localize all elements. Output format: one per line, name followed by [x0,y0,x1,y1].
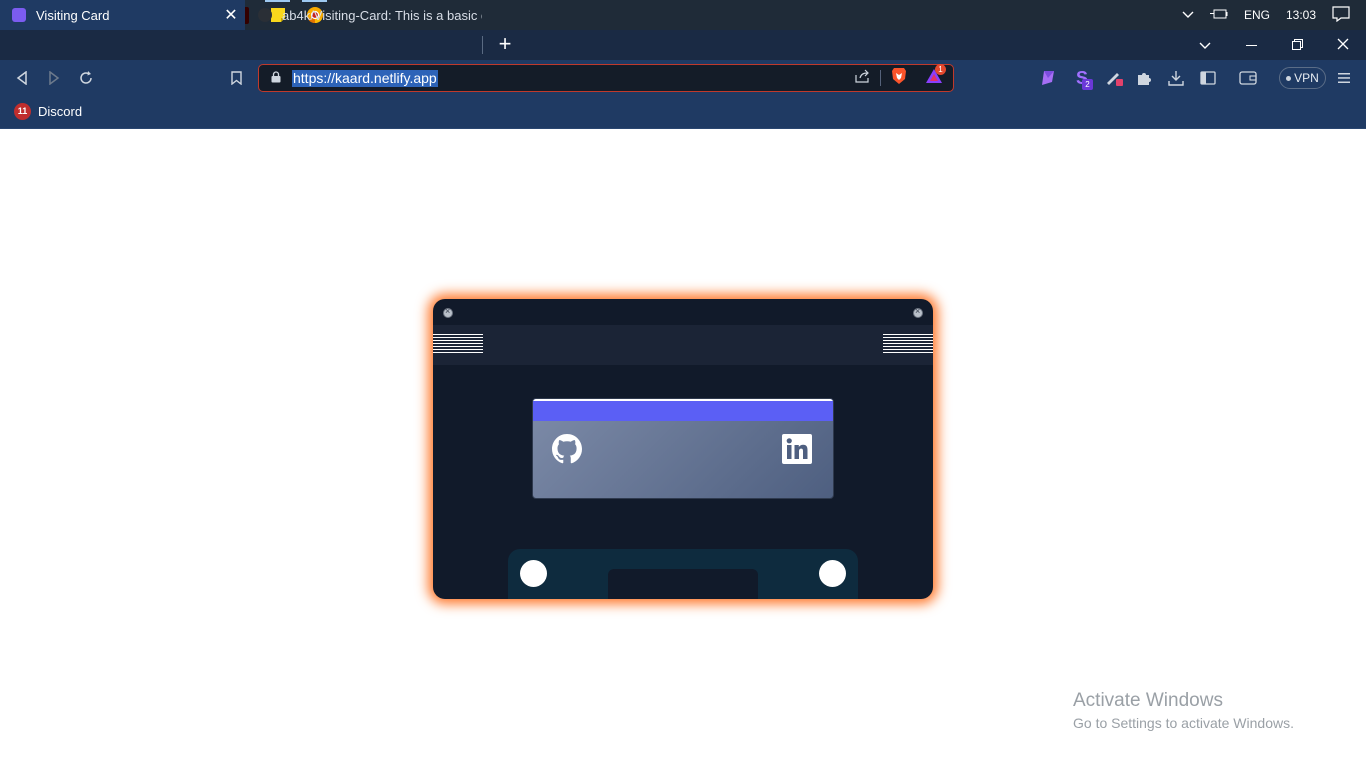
tab-favicon [12,8,26,22]
bookmark-label: Discord [38,104,83,119]
brave-rewards-icon[interactable]: 1 [925,63,946,89]
activate-windows-watermark: Activate Windows Go to Settings to activ… [1073,690,1294,731]
vpn-button[interactable]: VPN [1279,67,1326,89]
linkedin-icon[interactable] [782,434,812,464]
screw-icon [913,306,923,318]
browser-tab-strip [0,30,1366,60]
brave-shields-icon[interactable] [891,67,907,90]
reload-icon[interactable] [74,66,98,90]
tab-visiting-card[interactable]: Visiting Card ✕ [0,0,245,30]
left-grille [433,334,483,354]
extension-gem-icon[interactable] [1036,66,1060,90]
github-favicon [258,8,272,22]
vpn-label: VPN [1294,71,1319,85]
extension-s-icon[interactable]: S 2 [1070,66,1094,90]
share-icon[interactable] [855,69,870,88]
address-bar-actions: 1 [845,63,947,90]
sidebar-icon[interactable] [1196,66,1220,90]
back-icon[interactable] [10,66,34,90]
chevron-up-icon[interactable] [1182,8,1194,22]
github-icon[interactable] [552,434,582,464]
menu-icon[interactable] [1332,66,1356,90]
bookmark-discord[interactable]: 11 Discord [14,103,82,120]
close-tab-icon[interactable]: ✕ [223,5,239,25]
language-indicator[interactable]: ENG [1244,8,1270,22]
wallet-icon[interactable] [1236,66,1260,90]
new-tab-button[interactable]: + [494,30,516,60]
vpn-status-dot [1286,76,1292,82]
address-bar[interactable]: https://kaard.netlify.app 1 [258,63,954,92]
extension-pen-icon[interactable] [1102,66,1126,90]
cassette-label [532,398,834,499]
tab-title: Visiting Card [36,7,110,23]
watermark-subtitle: Go to Settings to activate Windows. [1073,715,1294,731]
clock[interactable]: 13:03 [1286,8,1316,22]
tab-search-chevron-icon[interactable] [1182,30,1228,60]
left-reel-hole [520,560,547,587]
forward-icon[interactable] [42,66,66,90]
cassette-top-strip [433,325,933,365]
notifications-icon[interactable] [1332,5,1350,25]
battery-icon[interactable] [1209,8,1228,23]
tape-slot [608,569,758,599]
visiting-card-cassette [433,299,933,599]
bookmark-icon[interactable] [224,66,248,90]
extension-badge: 2 [1082,79,1093,90]
right-reel-hole [819,560,846,587]
system-tray: ENG 13:03 [1174,0,1366,30]
label-band [533,399,833,421]
extensions-puzzle-icon[interactable] [1132,66,1156,90]
restore-button[interactable] [1274,30,1320,60]
tab-separator [482,36,483,54]
lock-icon[interactable] [271,71,281,83]
browser-toolbar: https://kaard.netlify.app 1 S 2 VPN [0,60,1366,96]
close-window-button[interactable] [1320,30,1366,60]
tab-title: ab4k/Visiting-Card: This is a basic digi… [282,7,482,23]
discord-icon: 11 [14,103,31,120]
url-text[interactable]: https://kaard.netlify.app [292,70,438,87]
minimize-button[interactable] [1228,30,1274,60]
bookmarks-bar: 11 Discord [0,96,1366,129]
watermark-title: Activate Windows [1073,690,1223,711]
separator [880,70,881,86]
right-grille [883,334,933,354]
screw-icon [443,306,453,318]
tab-github-repo[interactable]: ab4k/Visiting-Card: This is a basic digi… [246,0,482,30]
download-icon[interactable] [1164,66,1188,90]
rewards-badge: 1 [935,63,946,75]
cassette-bottom-bay [508,549,858,599]
